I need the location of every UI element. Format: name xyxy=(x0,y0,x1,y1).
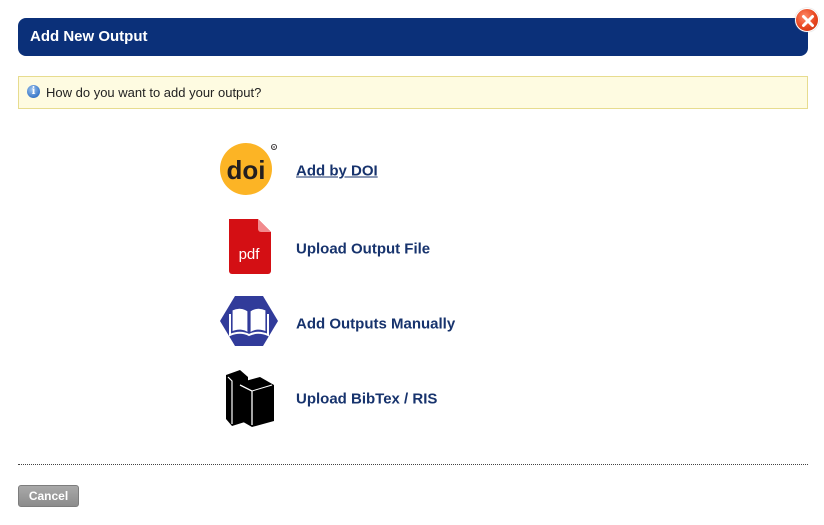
footer-divider xyxy=(18,464,808,465)
upload-bibtex-ris-label[interactable]: Upload BibTex / RIS xyxy=(296,391,437,408)
open-book-icon xyxy=(218,294,280,354)
add-by-doi-option[interactable]: doi R Add by DOI xyxy=(218,141,578,201)
close-button[interactable] xyxy=(795,8,819,32)
info-message-bar: i How do you want to add your output? xyxy=(18,76,808,109)
books-icon xyxy=(218,369,280,429)
add-by-doi-link[interactable]: Add by DOI xyxy=(296,163,378,180)
upload-output-file-label[interactable]: Upload Output File xyxy=(296,241,430,258)
upload-bibtex-ris-option[interactable]: Upload BibTex / RIS xyxy=(218,369,578,429)
upload-output-file-option[interactable]: pdf Upload Output File xyxy=(218,219,578,279)
info-icon: i xyxy=(27,85,40,98)
svg-text:doi: doi xyxy=(227,155,266,185)
add-new-output-dialog: Add New Output i How do you want to add … xyxy=(0,0,824,525)
doi-icon: doi R xyxy=(218,141,280,201)
add-outputs-manually-option[interactable]: Add Outputs Manually xyxy=(218,294,578,354)
info-message: How do you want to add your output? xyxy=(46,85,262,100)
add-outputs-manually-label[interactable]: Add Outputs Manually xyxy=(296,316,455,333)
dialog-title-bar: Add New Output xyxy=(18,18,808,56)
close-icon xyxy=(802,15,814,27)
pdf-file-icon: pdf xyxy=(218,219,280,279)
cancel-button[interactable]: Cancel xyxy=(18,485,79,507)
dialog-title: Add New Output xyxy=(30,28,148,45)
svg-text:pdf: pdf xyxy=(239,246,261,263)
svg-text:R: R xyxy=(273,145,276,150)
